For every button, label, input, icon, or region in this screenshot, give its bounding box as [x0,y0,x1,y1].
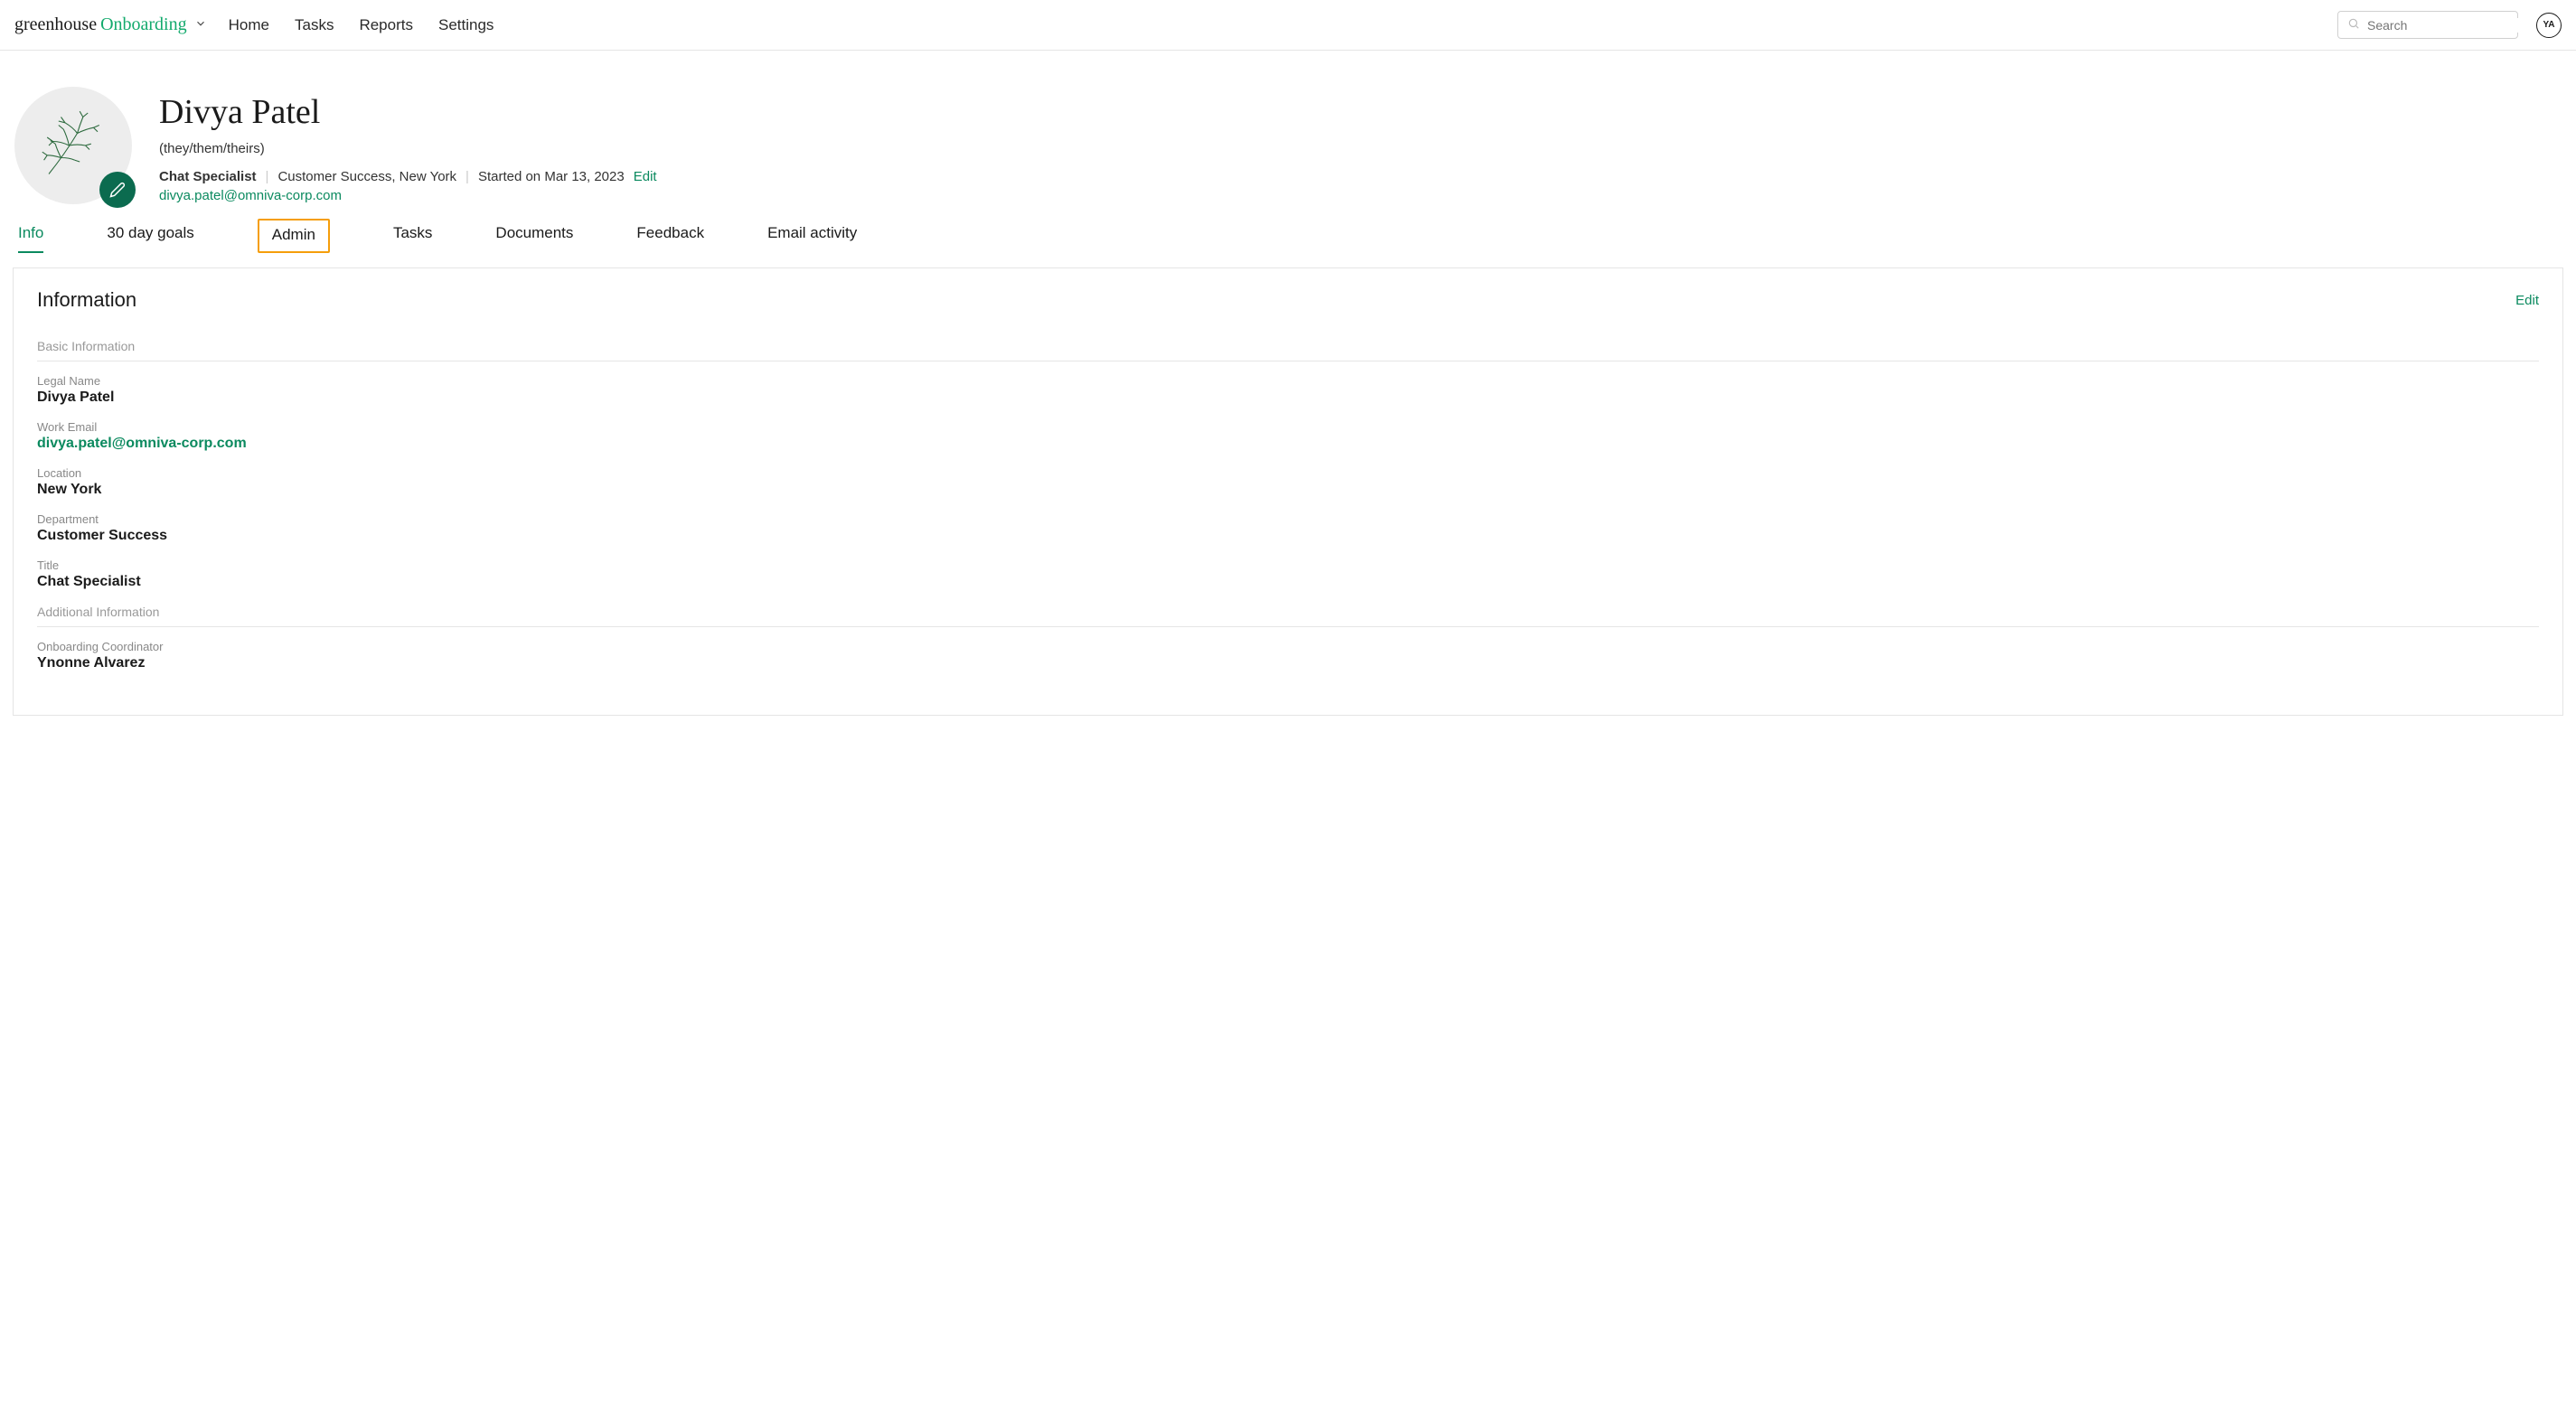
panel-title: Information [37,288,136,312]
field-value: Divya Patel [37,389,2539,406]
nav-links: Home Tasks Reports Settings [229,16,494,34]
meta-divider: | [266,169,269,184]
meta-divider: | [465,169,469,184]
field-value: Ynonne Alvarez [37,655,2539,671]
field-value: Customer Success [37,528,2539,544]
field-title: Title Chat Specialist [37,558,2539,590]
field-legal-name: Legal Name Divya Patel [37,374,2539,406]
profile-meta-row: Chat Specialist | Customer Success, New … [159,169,657,184]
pencil-icon [109,182,126,198]
field-value: Chat Specialist [37,574,2539,590]
section-basic-information: Basic Information [37,339,2539,361]
field-label: Work Email [37,420,2539,434]
tab-feedback[interactable]: Feedback [636,224,704,253]
app-header: greenhouse Onboarding Home Tasks Reports… [0,0,2576,51]
nav-home[interactable]: Home [229,16,269,34]
edit-avatar-button[interactable] [99,172,136,208]
panel-edit-link[interactable]: Edit [2515,293,2539,308]
field-value: New York [37,482,2539,498]
field-label: Location [37,466,2539,480]
search-icon [2347,17,2360,33]
search-box[interactable] [2337,11,2518,39]
logo-main: greenhouse [14,14,97,35]
tab-documents[interactable]: Documents [495,224,573,253]
field-work-email: Work Email divya.patel@omniva-corp.com [37,420,2539,452]
profile-section: Divya Patel (they/them/theirs) Chat Spec… [0,51,2576,204]
profile-started-on: Started on Mar 13, 2023 [478,169,625,184]
logo-sub: Onboarding [100,14,187,35]
panel-header: Information Edit [37,288,2539,312]
profile-title: Chat Specialist [159,169,257,184]
field-location: Location New York [37,466,2539,498]
edit-profile-link[interactable]: Edit [634,169,657,184]
nav-reports[interactable]: Reports [359,16,413,34]
profile-text: Divya Patel (they/them/theirs) Chat Spec… [159,87,657,204]
tab-info[interactable]: Info [18,224,43,253]
search-input[interactable] [2367,18,2531,33]
avatar-wrap [14,87,132,204]
tab-admin[interactable]: Admin [258,219,330,253]
field-department: Department Customer Success [37,512,2539,544]
tab-tasks[interactable]: Tasks [393,224,432,253]
chevron-down-icon[interactable] [194,17,207,33]
section-additional-information: Additional Information [37,605,2539,627]
profile-email-link[interactable]: divya.patel@omniva-corp.com [159,188,657,203]
nav-settings[interactable]: Settings [438,16,494,34]
work-email-link[interactable]: divya.patel@omniva-corp.com [37,436,2539,452]
user-avatar-badge[interactable]: YA [2536,13,2562,38]
tab-30-day-goals[interactable]: 30 day goals [107,224,193,253]
field-label: Legal Name [37,374,2539,388]
field-label: Title [37,558,2539,572]
nav-tasks[interactable]: Tasks [295,16,334,34]
profile-name: Divya Patel [159,92,657,132]
tab-email-activity[interactable]: Email activity [767,224,857,253]
profile-department-location: Customer Success, New York [277,169,456,184]
information-panel: Information Edit Basic Information Legal… [13,267,2563,716]
profile-tabs: Info 30 day goals Admin Tasks Documents … [0,204,2576,253]
field-label: Onboarding Coordinator [37,640,2539,653]
field-label: Department [37,512,2539,526]
profile-pronouns: (they/them/theirs) [159,141,657,156]
logo-area[interactable]: greenhouse Onboarding [14,14,207,35]
field-onboarding-coordinator: Onboarding Coordinator Ynonne Alvarez [37,640,2539,671]
plant-icon [33,105,114,186]
